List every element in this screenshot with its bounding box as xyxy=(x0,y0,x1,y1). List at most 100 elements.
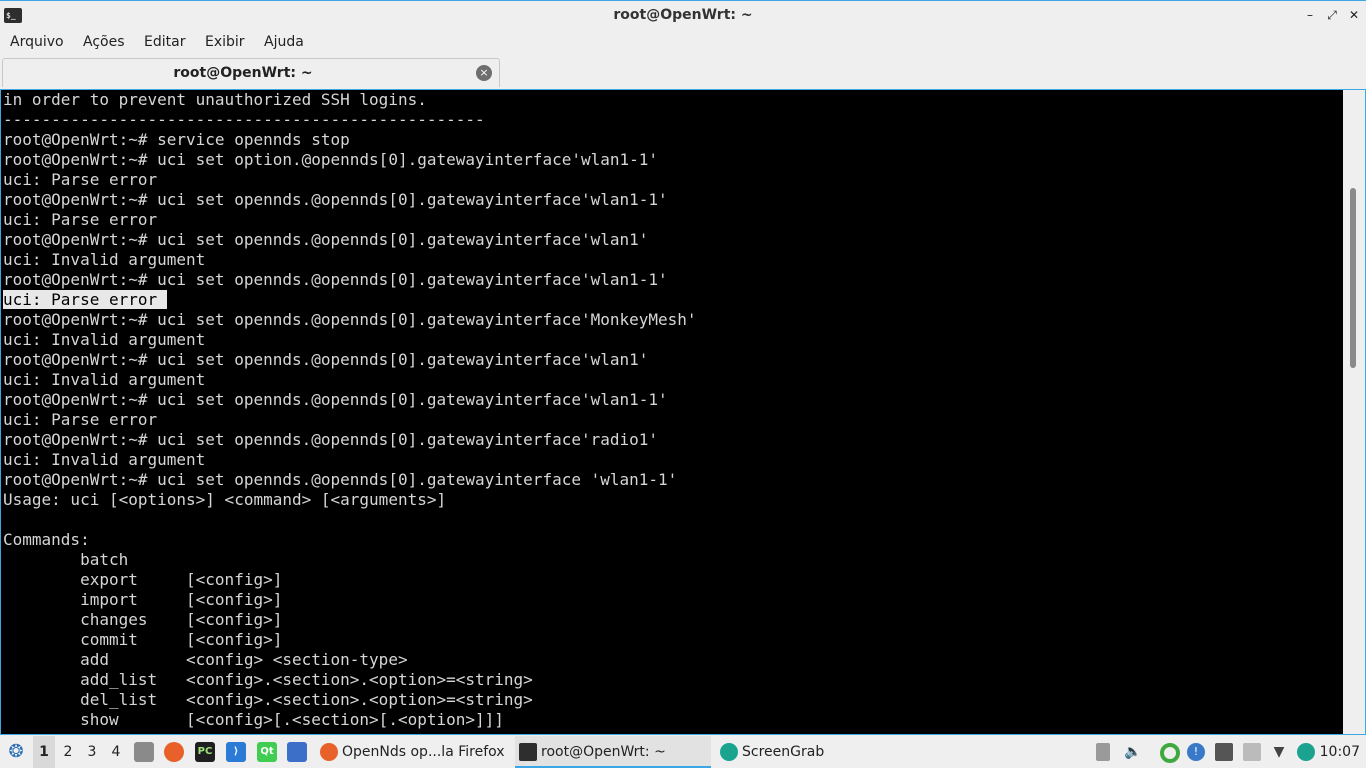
terminal-line-text: root@OpenWrt:~# uci set opennds.@opennds… xyxy=(3,470,678,489)
terminal-line-text: add <config> <section-type> xyxy=(3,650,408,669)
pycharm-icon[interactable]: PC xyxy=(195,742,215,762)
desktop-3[interactable]: 3 xyxy=(81,736,103,768)
firefox-icon xyxy=(320,743,338,761)
menu-acoes[interactable]: Ações xyxy=(83,34,125,50)
terminal-line: uci: Parse error xyxy=(3,290,1341,310)
terminal-line: uci: Parse error xyxy=(3,170,1341,190)
terminal-output[interactable]: in order to prevent unauthorized SSH log… xyxy=(3,90,1341,734)
screenshot-tray-icon[interactable] xyxy=(1215,743,1233,761)
notification-icon[interactable]: ! xyxy=(1187,743,1205,761)
terminal-line-text: uci: Invalid argument xyxy=(3,330,206,349)
terminal-scrollbar[interactable] xyxy=(1343,90,1365,734)
menu-exibir[interactable]: Exibir xyxy=(205,34,245,50)
terminal-line-text: uci: Invalid argument xyxy=(3,450,206,469)
terminal-line: root@OpenWrt:~# uci set opennds.@opennds… xyxy=(3,190,1341,210)
close-window-button[interactable]: ✕ xyxy=(1345,6,1363,24)
taskbar: ❂ 1 2 3 4 PC ⟩ Qt OpenNds op...la Firefo… xyxy=(0,736,1366,768)
terminal-line: import [<config>] xyxy=(3,590,1341,610)
terminal-line-text: commit [<config>] xyxy=(3,630,283,649)
task-firefox-label: OpenNds op...la Firefox xyxy=(342,744,505,760)
terminal-line-text: in order to prevent unauthorized SSH log… xyxy=(3,90,427,109)
terminal-line-text: uci: Invalid argument xyxy=(3,370,206,389)
terminal-line: uci: Invalid argument xyxy=(3,330,1341,350)
menu-bar: Arquivo Ações Editar Exibir Ajuda xyxy=(0,30,1366,56)
terminal-line-text: uci: Parse error xyxy=(3,210,158,229)
terminal-line: root@OpenWrt:~# service opennds stop xyxy=(3,130,1341,150)
tab-bar: root@OpenWrt: ~ × xyxy=(0,57,1366,88)
show-desktop-icon[interactable] xyxy=(287,742,307,762)
terminal-line-text: root@OpenWrt:~# uci set opennds.@opennds… xyxy=(3,430,659,449)
terminal-line: Usage: uci [<options>] <command> [<argum… xyxy=(3,490,1341,510)
task-firefox[interactable]: OpenNds op...la Firefox xyxy=(316,736,512,768)
app-menu-icon[interactable]: ❂ xyxy=(4,736,28,768)
terminal-line: uci: Invalid argument xyxy=(3,450,1341,470)
terminal-view[interactable]: in order to prevent unauthorized SSH log… xyxy=(0,89,1366,735)
terminal-line: Commands: xyxy=(3,530,1341,550)
terminal-line-text: root@OpenWrt:~# uci set opennds.@opennds… xyxy=(3,190,668,209)
terminal-line-text: root@OpenWrt:~# uci set opennds.@opennds… xyxy=(3,390,668,409)
terminal-line: changes [<config>] xyxy=(3,610,1341,630)
terminal-line-text: Commands: xyxy=(3,530,90,549)
terminal-line-text: Usage: uci [<options>] <command> [<argum… xyxy=(3,490,447,509)
terminal-line: root@OpenWrt:~# uci set opennds.@opennds… xyxy=(3,390,1341,410)
terminal-line: export [<config>] xyxy=(3,570,1341,590)
terminal-line: root@OpenWrt:~# uci set opennds.@opennds… xyxy=(3,470,1341,490)
qt-creator-icon[interactable]: Qt xyxy=(257,742,277,762)
terminal-line-text: root@OpenWrt:~# service opennds stop xyxy=(3,130,350,149)
terminal-line-text: uci: Invalid argument xyxy=(3,250,206,269)
terminal-line-text: export [<config>] xyxy=(3,570,283,589)
desktop-4[interactable]: 4 xyxy=(105,736,127,768)
terminal-line-text: root@OpenWrt:~# uci set opennds.@opennds… xyxy=(3,230,649,249)
task-screengrab[interactable]: ScreenGrab xyxy=(716,736,912,768)
task-terminal[interactable]: root@OpenWrt: ~ xyxy=(515,736,711,768)
terminal-line: add <config> <section-type> xyxy=(3,650,1341,670)
terminal-line: root@OpenWrt:~# uci set opennds.@opennds… xyxy=(3,350,1341,370)
menu-editar[interactable]: Editar xyxy=(144,34,185,50)
file-manager-icon[interactable] xyxy=(134,742,154,762)
terminal-line-text: add_list <config>.<section>.<option>=<st… xyxy=(3,670,533,689)
clock[interactable]: 10:07 xyxy=(1320,736,1360,768)
terminal-line: del_list <config>.<section>.<option>=<st… xyxy=(3,690,1341,710)
menu-ajuda[interactable]: Ajuda xyxy=(264,34,304,50)
terminal-line: root@OpenWrt:~# uci set opennds.@opennds… xyxy=(3,430,1341,450)
minimize-button[interactable]: – xyxy=(1301,6,1319,24)
sync-icon[interactable] xyxy=(1160,743,1180,763)
maximize-button[interactable]: ⤢ xyxy=(1323,6,1341,24)
desktop-1[interactable]: 1 xyxy=(33,736,55,768)
window-title: root@OpenWrt: ~ xyxy=(613,7,753,23)
title-bar[interactable]: $_ root@OpenWrt: ~ – ⤢ ✕ xyxy=(0,0,1366,30)
terminal-line-text: changes [<config>] xyxy=(3,610,283,629)
terminal-line: root@OpenWrt:~# uci set option.@opennds[… xyxy=(3,150,1341,170)
screengrab-icon xyxy=(720,743,738,761)
vscode-icon[interactable]: ⟩ xyxy=(226,742,246,762)
battery-icon[interactable] xyxy=(1096,743,1110,761)
scrollbar-thumb[interactable] xyxy=(1350,188,1356,368)
task-screengrab-label: ScreenGrab xyxy=(742,744,825,760)
tab-close-icon[interactable]: × xyxy=(476,65,492,81)
terminal-line: batch xyxy=(3,550,1341,570)
terminal-line-text: root@OpenWrt:~# uci set option.@opennds[… xyxy=(3,150,659,169)
terminal-line: uci: Invalid argument xyxy=(3,370,1341,390)
terminal-line-text: batch xyxy=(3,550,129,569)
clipboard-icon[interactable] xyxy=(1243,743,1261,761)
terminal-line-text: ----------------------------------------… xyxy=(3,110,485,129)
terminal-line-text: uci: Parse error xyxy=(3,290,167,309)
terminal-line-text: uci: Parse error xyxy=(3,170,158,189)
menu-arquivo[interactable]: Arquivo xyxy=(10,34,64,50)
terminal-line: in order to prevent unauthorized SSH log… xyxy=(3,90,1341,110)
terminal-line-text: import [<config>] xyxy=(3,590,283,609)
screengrab-tray-icon[interactable] xyxy=(1297,743,1315,761)
terminal-line: show [<config>[.<section>[.<option>]]] xyxy=(3,710,1341,730)
terminal-line-text: uci: Parse error xyxy=(3,410,158,429)
volume-icon[interactable]: 🔈 xyxy=(1124,743,1142,761)
terminal-line-text: root@OpenWrt:~# uci set opennds.@opennds… xyxy=(3,270,668,289)
firefox-launcher-icon[interactable] xyxy=(164,742,184,762)
wifi-icon[interactable]: ▼ xyxy=(1270,743,1288,761)
terminal-line-text: root@OpenWrt:~# uci set opennds.@opennds… xyxy=(3,310,697,329)
terminal-icon xyxy=(519,743,537,761)
terminal-line: root@OpenWrt:~# uci set opennds.@opennds… xyxy=(3,230,1341,250)
tab-terminal[interactable]: root@OpenWrt: ~ × xyxy=(2,58,500,87)
desktop-2[interactable]: 2 xyxy=(57,736,79,768)
terminal-line: uci: Invalid argument xyxy=(3,250,1341,270)
